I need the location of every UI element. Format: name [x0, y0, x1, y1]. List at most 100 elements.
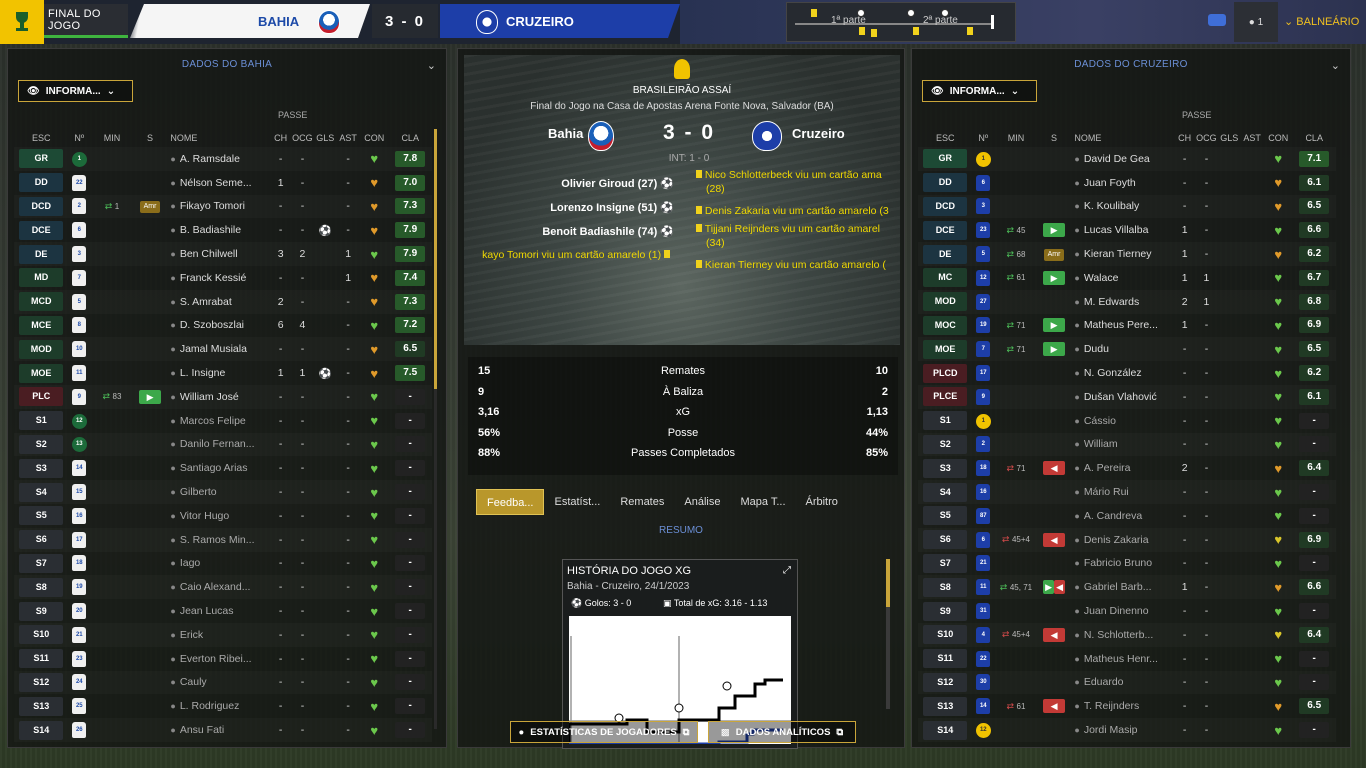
position-badge[interactable]: GR — [19, 149, 64, 169]
table-row[interactable]: PLCE 9 ● Dušan Vlahović - - ♥ 6.1 — [918, 385, 1336, 409]
player-name[interactable]: Everton Ribei... — [180, 653, 252, 665]
column-header[interactable]: S — [1038, 129, 1071, 147]
player-name[interactable]: Dudu — [1084, 343, 1109, 355]
table-row[interactable]: S8 11 ⇄ 45, 71 ▶ ◀ ● Gabriel Barb... 1- ♥ 6.6 — [918, 575, 1336, 599]
player-name[interactable]: Gabriel Barb... — [1084, 581, 1152, 593]
player-name[interactable]: Eduardo — [1084, 676, 1124, 688]
table-row[interactable]: S4 16 ● Mário Rui - - ♥ - — [918, 480, 1336, 504]
player-name-cell[interactable]: ● Iago — [166, 552, 271, 576]
player-name[interactable]: Fabricio Bruno — [1084, 557, 1152, 569]
player-name-cell[interactable]: ● Cássio — [1070, 409, 1175, 433]
player-name[interactable]: Danilo Fernan... — [180, 438, 255, 450]
table-row[interactable]: S8 19 ● Caio Alexand... - - - ♥ - — [14, 575, 432, 599]
player-name-cell[interactable]: ● William — [1070, 433, 1175, 457]
table-row[interactable]: DCE 23 ⇄ 45 ▶ ● Lucas Villalba 1- ♥ 6.6 — [918, 218, 1336, 242]
competition-logo[interactable] — [0, 0, 44, 44]
player-name[interactable]: Lucas Villalba — [1084, 224, 1149, 236]
summary-scrollbar[interactable] — [886, 559, 890, 709]
info-dropdown[interactable]: 👁 INFORMA... ⌄ — [18, 80, 133, 102]
position-badge[interactable]: MCD — [19, 292, 64, 312]
table-row[interactable]: S9 31 ● Juan Dinenno - - ♥ - — [918, 599, 1336, 623]
position-badge[interactable]: S10 — [19, 625, 64, 645]
player-name[interactable]: Cauly — [180, 676, 207, 688]
player-name[interactable]: Kieran Tierney — [1084, 248, 1152, 260]
table-row[interactable]: S11 22 ● Matheus Henr... - - ♥ - — [918, 647, 1336, 671]
player-name[interactable]: N. González — [1084, 367, 1142, 379]
table-row[interactable]: S3 14 ● Santiago Arias - - - ♥ - — [14, 456, 432, 480]
column-header[interactable]: OCG — [290, 129, 314, 147]
table-row[interactable]: GR 1 ● David De Gea - - ♥ 7.1 — [918, 147, 1336, 171]
player-name-cell[interactable]: ● Juan Foyth — [1070, 171, 1175, 195]
player-name-cell[interactable]: ● D. Szoboszlai — [166, 314, 271, 338]
player-name-cell[interactable]: ● K. Koulibaly — [1070, 195, 1175, 219]
tab-item[interactable]: Análise — [674, 489, 730, 515]
player-name-cell[interactable]: ● Denis Zakaria — [1070, 528, 1175, 552]
table-row[interactable]: DE 5 ⇄ 68 Amr ● Kieran Tierney 1- ♥ 6.2 — [918, 242, 1336, 266]
player-name[interactable]: A. Candreva — [1084, 510, 1142, 522]
player-name[interactable]: T. Reijnders — [1084, 700, 1139, 712]
player-name[interactable]: Gilberto — [180, 486, 217, 498]
player-name[interactable]: S. Ramos Min... — [180, 534, 255, 546]
position-badge[interactable]: DCD — [19, 196, 64, 216]
player-name-cell[interactable]: ● Matheus Pere... — [1070, 314, 1175, 338]
player-name[interactable]: Jean Lucas — [180, 605, 234, 617]
home-team-name[interactable]: BAHIA — [258, 14, 299, 29]
table-row[interactable]: DE 3 ● Ben Chilwell 3 2 1 ♥ 7.9 — [14, 242, 432, 266]
table-row[interactable]: S12 24 ● Cauly - - - ♥ - — [14, 671, 432, 695]
player-name[interactable]: Dušan Vlahović — [1084, 391, 1157, 403]
player-name[interactable]: Matheus Henr... — [1084, 653, 1158, 665]
player-name-cell[interactable]: ● William José — [166, 385, 271, 409]
table-row[interactable]: S2 2 ● William - - ♥ - — [918, 433, 1336, 457]
player-name[interactable]: Juan Foyth — [1084, 177, 1136, 189]
player-name-cell[interactable]: ● Walace — [1070, 266, 1175, 290]
position-badge[interactable]: S5 — [923, 506, 968, 526]
player-name[interactable]: Juan Dinenno — [1084, 605, 1149, 617]
position-badge[interactable]: S2 — [923, 434, 968, 454]
player-name-cell[interactable]: ● Fikayo Tomori — [166, 195, 271, 219]
position-badge[interactable]: S8 — [923, 577, 968, 597]
player-name-cell[interactable]: ● Juan Dinenno — [1070, 599, 1175, 623]
position-badge[interactable]: S9 — [19, 601, 64, 621]
player-name[interactable]: Jamal Musiala — [180, 343, 247, 355]
position-badge[interactable]: S8 — [19, 577, 64, 597]
position-badge[interactable]: S5 — [19, 506, 64, 526]
column-header[interactable]: Nº — [68, 129, 90, 147]
player-name[interactable]: Ben Chilwell — [180, 248, 238, 260]
column-header[interactable]: AST — [1240, 129, 1264, 147]
table-row[interactable]: MD 7 ● Franck Kessié - - 1 ♥ 7.4 — [14, 266, 432, 290]
player-name-cell[interactable]: ● Jordi Masip — [1070, 718, 1175, 742]
column-header[interactable]: NOME — [166, 129, 271, 147]
player-name[interactable]: Fikayo Tomori — [180, 200, 245, 212]
column-header[interactable]: CLA — [388, 129, 432, 147]
position-badge[interactable]: S6 — [19, 530, 64, 550]
player-name[interactable]: S. Amrabat — [180, 296, 232, 308]
player-name[interactable]: Iago — [180, 557, 200, 569]
player-name-cell[interactable]: ● Santiago Arias — [166, 456, 271, 480]
table-row[interactable]: DCD 2 ⇄ 1 Amr ● Fikayo Tomori - - - ♥ 7.3 — [14, 195, 432, 219]
position-badge[interactable]: DD — [19, 173, 64, 193]
tab-item[interactable]: Estatíst... — [544, 489, 610, 515]
player-name-cell[interactable]: ● Franck Kessié — [166, 266, 271, 290]
position-badge[interactable]: S14 — [923, 720, 968, 740]
table-row[interactable]: S13 25 ● L. Rodriguez - - - ♥ - — [14, 694, 432, 718]
table-row[interactable]: S9 20 ● Jean Lucas - - - ♥ - — [14, 599, 432, 623]
player-name[interactable]: M. Edwards — [1084, 296, 1139, 308]
player-name[interactable]: K. Koulibaly — [1084, 200, 1139, 212]
away-team-name[interactable]: CRUZEIRO — [506, 14, 574, 29]
table-row[interactable]: MOE 11 ● L. Insigne 1 1 ⚽ - ♥ 7.5 — [14, 361, 432, 385]
table-row[interactable]: S6 17 ● S. Ramos Min... - - - ♥ - — [14, 528, 432, 552]
balneario-link[interactable]: ⌄ BALNEÁRIO — [1284, 15, 1359, 28]
player-name[interactable]: L. Rodriguez — [180, 700, 240, 712]
player-name-cell[interactable]: ● Matheus Henr... — [1070, 647, 1175, 671]
position-badge[interactable]: S1 — [19, 411, 64, 431]
player-name-cell[interactable]: ● Dušan Vlahović — [1070, 385, 1175, 409]
position-badge[interactable]: S11 — [923, 649, 968, 669]
position-badge[interactable]: S1 — [923, 411, 968, 431]
position-badge[interactable]: S12 — [19, 672, 64, 692]
player-name[interactable]: Ansu Fati — [180, 724, 224, 736]
column-header[interactable]: CH — [1175, 129, 1195, 147]
position-badge[interactable]: S2 — [19, 434, 64, 454]
table-row[interactable]: S7 21 ● Fabricio Bruno - - ♥ - — [918, 552, 1336, 576]
home-team-label[interactable]: Bahia — [548, 126, 583, 141]
table-row[interactable]: S7 18 ● Iago - - - ♥ - — [14, 552, 432, 576]
